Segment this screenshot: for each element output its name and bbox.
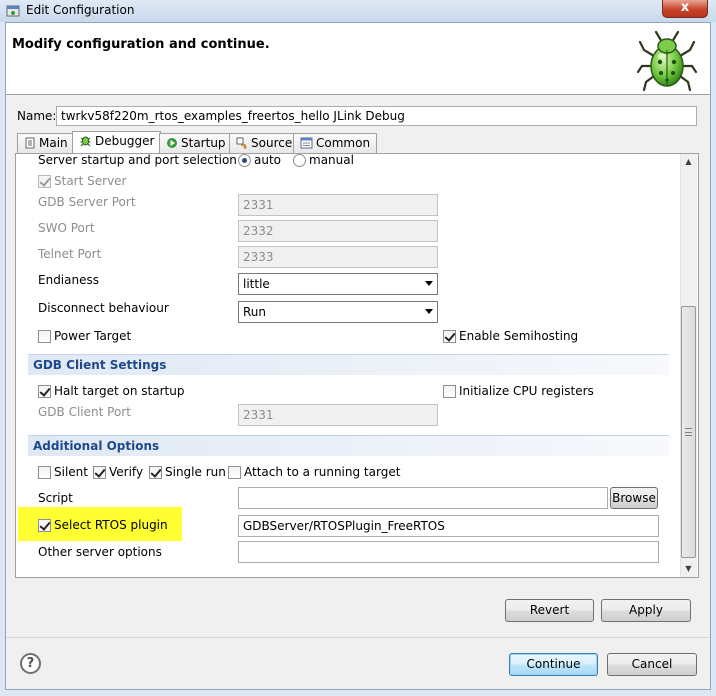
chevron-down-icon <box>425 309 433 314</box>
init-cpu-label: Initialize CPU registers <box>459 384 594 398</box>
continue-button[interactable]: Continue <box>509 653 598 676</box>
tab-main[interactable]: Main <box>17 133 75 153</box>
name-label: Name: <box>17 109 57 123</box>
apply-button[interactable]: Apply <box>601 599 691 622</box>
close-button[interactable]: x <box>662 0 708 18</box>
run-arrow-icon <box>167 138 177 148</box>
bug-icon <box>636 28 698 95</box>
manual-radio[interactable] <box>293 154 306 167</box>
attach-running-target-checkbox[interactable] <box>228 466 241 479</box>
tab-label: Source <box>251 136 293 150</box>
main-tab-icon <box>25 137 35 149</box>
scroll-up-icon[interactable]: ▲ <box>680 154 697 170</box>
disconnect-label: Disconnect behaviour <box>38 301 169 315</box>
browse-button[interactable]: Browse <box>610 487 658 509</box>
telnet-port-field[interactable]: 2333 <box>238 246 438 268</box>
rtos-plugin-field[interactable]: GDBServer/RTOSPlugin_FreeRTOS <box>238 515 659 537</box>
endianess-select[interactable]: little <box>238 273 438 295</box>
manual-radio-label: manual <box>309 153 354 167</box>
name-field[interactable]: twrkv58f220m_rtos_examples_freertos_hell… <box>56 106 697 126</box>
script-field[interactable] <box>238 487 608 509</box>
gdb-client-section-header: GDB Client Settings <box>28 354 669 375</box>
single-run-checkbox[interactable] <box>149 466 162 479</box>
power-target-label: Power Target <box>54 329 132 343</box>
tab-label: Common <box>316 136 371 150</box>
cancel-button[interactable]: Cancel <box>607 653 697 676</box>
additional-options-section-header: Additional Options <box>28 435 669 456</box>
debugger-bug-icon <box>80 136 91 147</box>
disconnect-value: Run <box>243 305 267 319</box>
endianess-label: Endianess <box>38 273 99 287</box>
tab-label: Startup <box>181 136 226 150</box>
tab-common[interactable]: Common <box>293 133 378 153</box>
verify-checkbox[interactable] <box>93 466 106 479</box>
enable-semihosting-checkbox[interactable] <box>443 330 456 343</box>
start-server-label: Start Server <box>54 174 127 188</box>
scrollbar-grip-icon <box>685 428 692 436</box>
other-server-options-label: Other server options <box>38 545 162 559</box>
endianess-value: little <box>243 277 270 291</box>
verify-label: Verify <box>109 465 144 479</box>
help-icon[interactable]: ? <box>20 653 41 674</box>
gdb-server-port-field[interactable]: 2331 <box>238 194 438 216</box>
attach-running-target-label: Attach to a running target <box>244 465 401 479</box>
auto-radio-label: auto <box>254 153 282 167</box>
select-rtos-plugin-checkbox[interactable] <box>38 519 51 532</box>
halt-target-checkbox[interactable] <box>38 385 51 398</box>
server-startup-label: Server startup and port selection <box>38 153 237 167</box>
gdb-server-port-label: GDB Server Port <box>38 195 136 209</box>
silent-label: Silent <box>54 465 88 479</box>
common-tab-icon <box>300 137 313 149</box>
other-server-options-field[interactable] <box>238 541 659 563</box>
swo-port-field[interactable]: 2332 <box>238 220 438 242</box>
telnet-port-label: Telnet Port <box>38 247 102 261</box>
swo-port-label: SWO Port <box>38 221 95 235</box>
auto-radio[interactable] <box>238 154 251 167</box>
footer-separator <box>6 637 710 638</box>
gdb-client-port-label: GDB Client Port <box>38 405 131 419</box>
tab-source[interactable]: Source <box>229 133 300 153</box>
tab-label: Main <box>39 136 68 150</box>
init-cpu-checkbox[interactable] <box>443 385 456 398</box>
disconnect-select[interactable]: Run <box>238 301 438 323</box>
dialog-header <box>6 23 710 95</box>
halt-target-label: Halt target on startup <box>54 384 185 398</box>
source-icon <box>236 137 247 150</box>
header-title: Modify configuration and continue. <box>12 37 270 52</box>
enable-semihosting-label: Enable Semihosting <box>459 329 579 343</box>
revert-button[interactable]: Revert <box>505 599 594 622</box>
chevron-down-icon <box>425 281 433 286</box>
silent-checkbox[interactable] <box>38 466 51 479</box>
start-server-checkbox[interactable] <box>38 175 51 188</box>
window-title: Edit Configuration <box>26 3 135 17</box>
power-target-checkbox[interactable] <box>38 330 51 343</box>
single-run-label: Single run <box>165 465 226 479</box>
tab-label: Debugger <box>95 134 155 148</box>
gdb-client-port-field[interactable]: 2331 <box>238 404 438 426</box>
script-label: Script <box>38 491 73 505</box>
debug-configuration-icon <box>6 4 20 18</box>
tab-debugger[interactable]: Debugger <box>72 131 162 154</box>
select-rtos-plugin-label: Select RTOS plugin <box>54 518 168 532</box>
tab-startup[interactable]: Startup <box>159 133 233 153</box>
scroll-down-icon[interactable]: ▼ <box>680 561 697 577</box>
